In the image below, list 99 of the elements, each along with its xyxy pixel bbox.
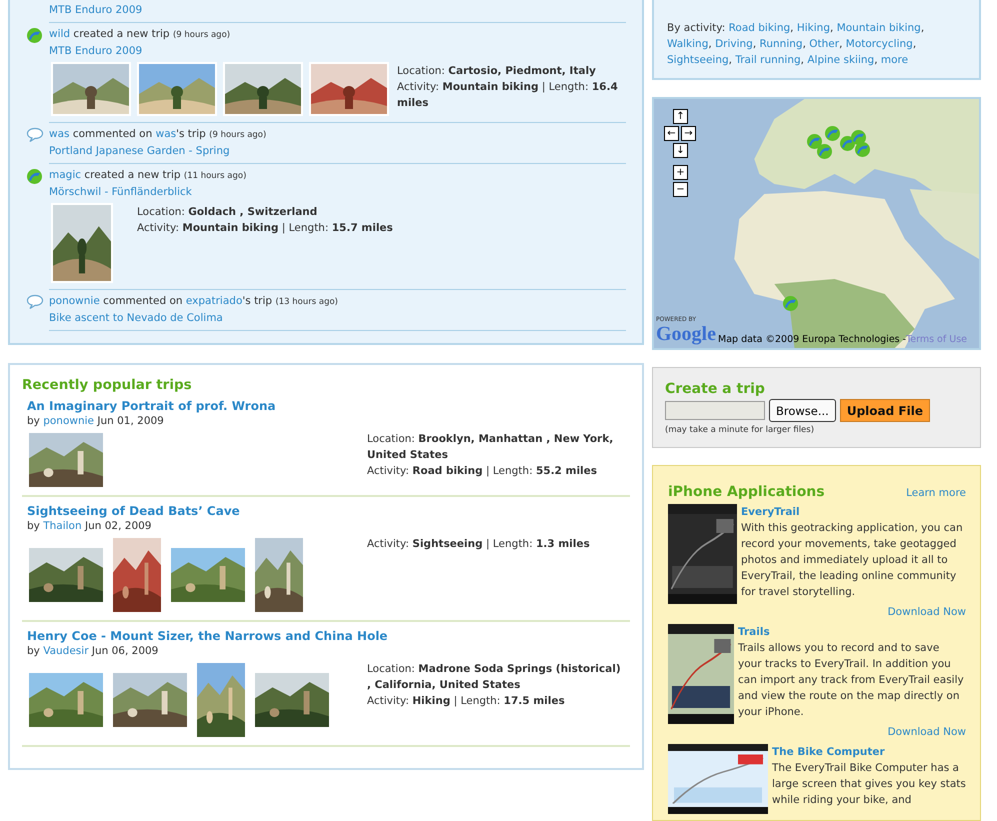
app-name-link[interactable]: Trails (738, 626, 770, 638)
section-title: Recently popular trips (22, 377, 193, 393)
separator-text: , (830, 22, 834, 34)
pan-up-button[interactable]: ↑ (673, 109, 688, 124)
trip-link[interactable]: Bike ascent to Nevado de Colima (49, 310, 223, 326)
trip-link[interactable]: MTB Enduro 2009 (49, 43, 142, 59)
time-ago: (9 hours ago) (209, 130, 266, 140)
download-now-link[interactable]: Download Now (888, 726, 966, 738)
activity-link[interactable]: Mountain biking (836, 22, 921, 34)
location-text: Location: Madrone Soda Springs (historical) , California, United States (367, 662, 622, 693)
action-text: commented on (72, 128, 154, 140)
separator-text: , (912, 38, 916, 50)
date-text: Jun 06, 2009 (90, 645, 158, 657)
separator-text: , (708, 38, 712, 50)
location-text: Location: Brooklyn, Manhattan , New York, United States (367, 432, 614, 463)
section-title: iPhone Applications (668, 484, 825, 500)
user-link[interactable]: ponownie (43, 415, 94, 427)
trip-link[interactable]: Mörschwil - Fünfländerblick (49, 184, 192, 200)
section-title: Create a trip (665, 381, 766, 397)
speech-bubble-icon (26, 294, 44, 310)
activity-link[interactable]: Motorcycling (846, 38, 913, 50)
time-ago: (9 hours ago) (172, 30, 230, 40)
separator-text: , (728, 54, 732, 66)
activity-link[interactable]: Road biking (728, 22, 790, 34)
separator-text: , (802, 38, 806, 50)
activity-link[interactable]: Other (809, 38, 840, 50)
separator-text: , (874, 54, 878, 66)
app-description: Trails allows you to record and to save your tracks to EveryTrail. In addition you can import any track from EveryTrail easily and view the route on the map directly on your iPhone. (738, 641, 965, 720)
time-ago: (11 hours ago) (184, 171, 246, 181)
activity-link[interactable]: Walking (667, 38, 708, 50)
pan-down-button[interactable]: ↓ (673, 143, 688, 158)
date-text: Jun 01, 2009 (96, 415, 164, 427)
map-marker-icon[interactable] (854, 141, 871, 158)
globe-icon (26, 27, 43, 44)
activity-link[interactable]: Sightseeing (667, 54, 729, 66)
app-name-link[interactable]: EveryTrail (741, 506, 800, 518)
by-activity-label: By activity: (667, 22, 726, 34)
map-marker-icon[interactable] (782, 295, 799, 312)
upload-file-button[interactable]: Upload File (840, 399, 930, 422)
activity-link[interactable]: Trail running (735, 54, 801, 66)
user-link[interactable]: expatriado (186, 295, 242, 307)
map-marker-icon[interactable] (824, 125, 841, 142)
location-text: Location: Goldach , Switzerland (137, 205, 318, 220)
app-description: With this geotracking application, you can record your movements, take geotagged photos and immediately upload it all to EveryTrail, the leading online community for travel storytelling. (741, 521, 964, 600)
separator-text: , (920, 22, 924, 34)
map-marker-icon[interactable] (816, 143, 833, 160)
speech-bubble-icon (26, 127, 44, 143)
learn-more-link[interactable]: Learn more (906, 487, 966, 499)
trip-title-link[interactable]: An Imaginary Portrait of prof. Wrona (27, 399, 276, 413)
separator-text: , (752, 38, 756, 50)
map-marker-icon[interactable] (806, 133, 823, 150)
user-link[interactable]: magic (49, 169, 82, 181)
globe-icon (26, 168, 43, 185)
user-link[interactable]: Thailon (43, 520, 82, 532)
by-text: by (27, 415, 41, 427)
file-path-field[interactable] (665, 401, 765, 420)
app-name-link[interactable]: The Bike Computer (772, 746, 885, 758)
date-text: Jun 02, 2009 (84, 520, 152, 532)
pan-right-button[interactable]: → (681, 126, 696, 141)
location-text: Location: Cartosio, Piedmont, Italy (397, 64, 597, 79)
app-description: The EveryTrail Bike Computer has a large screen that gives you key stats while riding your bike, and (772, 761, 966, 808)
action-text: 's trip (176, 128, 207, 140)
trip-title-link[interactable]: Henry Coe - Mount Sizer, the Narrows and China Hole (27, 629, 388, 643)
user-link[interactable]: was (49, 128, 70, 140)
activity-link[interactable]: Hiking (796, 22, 830, 34)
download-now-link[interactable]: Download Now (888, 606, 966, 618)
user-link[interactable]: ponownie (49, 295, 100, 307)
time-ago: (13 hours ago) (275, 297, 338, 307)
activity-text: Activity: Mountain biking | Length: 15.7 miles (137, 221, 393, 236)
activity-link[interactable]: more (880, 54, 908, 66)
action-text: created a new trip (72, 28, 171, 40)
user-link[interactable]: was (156, 128, 176, 140)
separator-text: , (790, 22, 794, 34)
action-text: commented on (102, 295, 184, 307)
trip-link[interactable]: Portland Japanese Garden - Spring (49, 143, 230, 159)
action-text: created a new trip (83, 169, 182, 181)
map-credit-text: Map data ©2009 Europa Technologies - (718, 334, 906, 345)
browse-button[interactable]: Browse... (769, 399, 836, 422)
user-link[interactable]: wild (49, 28, 70, 40)
separator-text: , (839, 38, 842, 50)
activity-text: Activity: Hiking | Length: 17.5 miles (367, 694, 566, 709)
google-logo[interactable]: Google (656, 323, 716, 345)
pan-left-button[interactable]: ← (664, 126, 679, 141)
upload-note: (may take a minute for larger files) (665, 425, 816, 435)
trip-title-link[interactable]: Sightseeing of Dead Bats’ Cave (27, 504, 240, 518)
by-text: by (27, 520, 41, 532)
by-text: by (27, 645, 41, 657)
activity-text: Activity: Mountain biking | Length: 16.4 miles (397, 80, 619, 111)
action-text: 's trip (242, 295, 274, 307)
activity-text: Activity: Sightseeing | Length: 1.3 miles (367, 537, 591, 552)
activity-link[interactable]: Alpine skiing (807, 54, 874, 66)
activity-link[interactable]: Driving (715, 38, 753, 50)
zoom-out-button[interactable]: − (673, 182, 688, 197)
trip-link[interactable]: MTB Enduro 2009 (49, 2, 142, 18)
zoom-in-button[interactable]: + (673, 165, 688, 180)
separator-text: , (800, 54, 804, 66)
activity-link[interactable]: Running (760, 38, 803, 50)
user-link[interactable]: Vaudesir (43, 645, 89, 657)
activity-text: Activity: Road biking | Length: 55.2 miles (367, 464, 598, 479)
